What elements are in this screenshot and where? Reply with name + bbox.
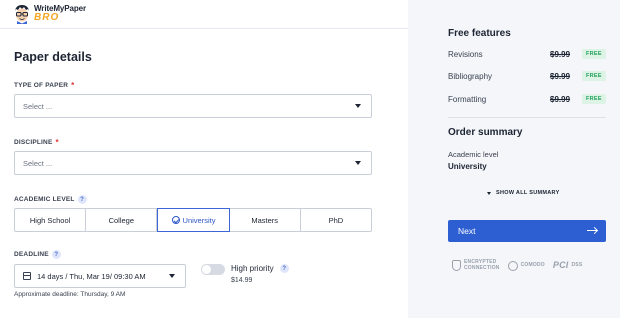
check-circle-icon xyxy=(171,216,180,224)
type-of-paper-select[interactable]: Select ... xyxy=(14,94,372,118)
academic-level-selector: High School College University Masters P… xyxy=(14,208,372,232)
next-button-label: Next xyxy=(458,226,476,236)
feature-row-formatting: Formatting $9.99 FREE xyxy=(448,93,606,105)
encrypted-line2: CONNECTION xyxy=(464,264,500,271)
show-all-summary-toggle[interactable]: SHOW ALL SUMMARY xyxy=(487,190,560,196)
order-summary-title: Order summary xyxy=(448,127,523,138)
show-all-summary-label: SHOW ALL SUMMARY xyxy=(496,190,560,196)
feature-name: Formatting xyxy=(448,94,487,104)
academic-level-label: ACADEMIC LEVEL ? xyxy=(14,195,87,204)
caret-down-icon xyxy=(487,191,491,195)
encrypted-text: ENCRYPTED CONNECTION xyxy=(464,260,500,271)
academic-level-label-text: ACADEMIC LEVEL xyxy=(14,196,75,203)
help-icon[interactable]: ? xyxy=(51,250,61,259)
deadline-label-text: DEADLINE xyxy=(14,251,49,258)
discipline-label: DISCIPLINE * xyxy=(14,138,59,147)
level-option-label: Masters xyxy=(251,215,279,225)
discipline-label-text: DISCIPLINE xyxy=(14,139,53,146)
free-features-title: Free features xyxy=(448,28,511,39)
chevron-down-icon xyxy=(355,104,361,108)
next-button[interactable]: Next xyxy=(448,220,606,242)
level-option-label: High School xyxy=(29,215,71,225)
brand-line2: BRO xyxy=(34,12,60,23)
level-option-college[interactable]: College xyxy=(86,209,158,231)
dss-text: DSS xyxy=(571,261,583,268)
level-option-label: University xyxy=(182,215,216,225)
chevron-down-icon xyxy=(169,274,175,278)
deadline-select[interactable]: 14 days / Thu, Mar 19/ 09:30 AM xyxy=(14,264,186,288)
mascot-icon xyxy=(13,4,31,24)
high-priority-price: $14.99 xyxy=(231,277,253,284)
free-badge: FREE xyxy=(582,71,606,81)
sidebar-divider xyxy=(448,117,606,118)
discipline-select[interactable]: Select ... xyxy=(14,151,372,175)
level-option-university[interactable]: University xyxy=(157,208,230,232)
level-option-phd[interactable]: PhD xyxy=(301,209,371,231)
high-priority-label: High priority ? xyxy=(231,264,289,273)
section-title: Paper details xyxy=(14,50,92,64)
level-option-label: College xyxy=(108,215,135,225)
comodo-text: COMODO xyxy=(520,261,545,268)
feature-row-revisions: Revisions $9.99 FREE xyxy=(448,48,606,60)
calendar-icon xyxy=(23,272,31,280)
high-priority-label-text: High priority xyxy=(231,264,274,273)
shield-icon xyxy=(452,260,461,271)
level-option-label: PhD xyxy=(328,215,344,225)
encrypted-connection-badge: ENCRYPTED CONNECTION xyxy=(452,260,500,271)
feature-price: $9.99 xyxy=(550,71,571,81)
feature-name: Revisions xyxy=(448,49,483,59)
approximate-deadline: Approximate deadline: Thursday, 9 AM xyxy=(14,291,126,298)
deadline-value: 14 days / Thu, Mar 19/ 09:30 AM xyxy=(37,271,146,281)
header-divider xyxy=(0,28,408,29)
level-option-high-school[interactable]: High School xyxy=(15,209,87,231)
help-icon[interactable]: ? xyxy=(77,195,87,204)
feature-name: Bibliography xyxy=(448,71,493,81)
level-option-masters[interactable]: Masters xyxy=(230,209,301,231)
type-of-paper-label-text: TYPE OF PAPER xyxy=(14,82,69,89)
chevron-down-icon xyxy=(355,161,361,165)
feature-price: $9.99 xyxy=(550,49,571,59)
help-icon[interactable]: ? xyxy=(279,264,289,273)
summary-item-label: Academic level xyxy=(448,150,499,159)
free-badge: FREE xyxy=(582,49,606,59)
feature-row-bibliography: Bibliography $9.99 FREE xyxy=(448,70,606,82)
required-mark: * xyxy=(71,81,75,90)
summary-item-value: University xyxy=(448,162,487,171)
high-priority-toggle[interactable] xyxy=(201,264,225,275)
brand-wordmark: WriteMyPaper BRO xyxy=(34,5,86,23)
deadline-label: DEADLINE ? xyxy=(14,250,61,259)
order-form-panel: WriteMyPaper BRO Paper details TYPE OF P… xyxy=(0,0,408,318)
pci-dss-badge: PCI DSS xyxy=(552,259,583,270)
discipline-placeholder: Select ... xyxy=(23,158,53,168)
feature-price: $9.99 xyxy=(550,94,571,104)
free-badge: FREE xyxy=(582,94,606,104)
type-of-paper-label: TYPE OF PAPER * xyxy=(14,81,74,90)
comodo-icon xyxy=(507,260,518,271)
brand-logo[interactable]: WriteMyPaper BRO xyxy=(13,3,86,25)
required-mark: * xyxy=(55,138,59,147)
comodo-badge: COMODO xyxy=(507,260,545,271)
pci-text: PCI xyxy=(552,259,569,270)
arrow-right-icon xyxy=(587,230,597,232)
trust-badges: ENCRYPTED CONNECTION COMODO PCI DSS xyxy=(452,260,582,271)
type-of-paper-placeholder: Select ... xyxy=(23,101,53,111)
